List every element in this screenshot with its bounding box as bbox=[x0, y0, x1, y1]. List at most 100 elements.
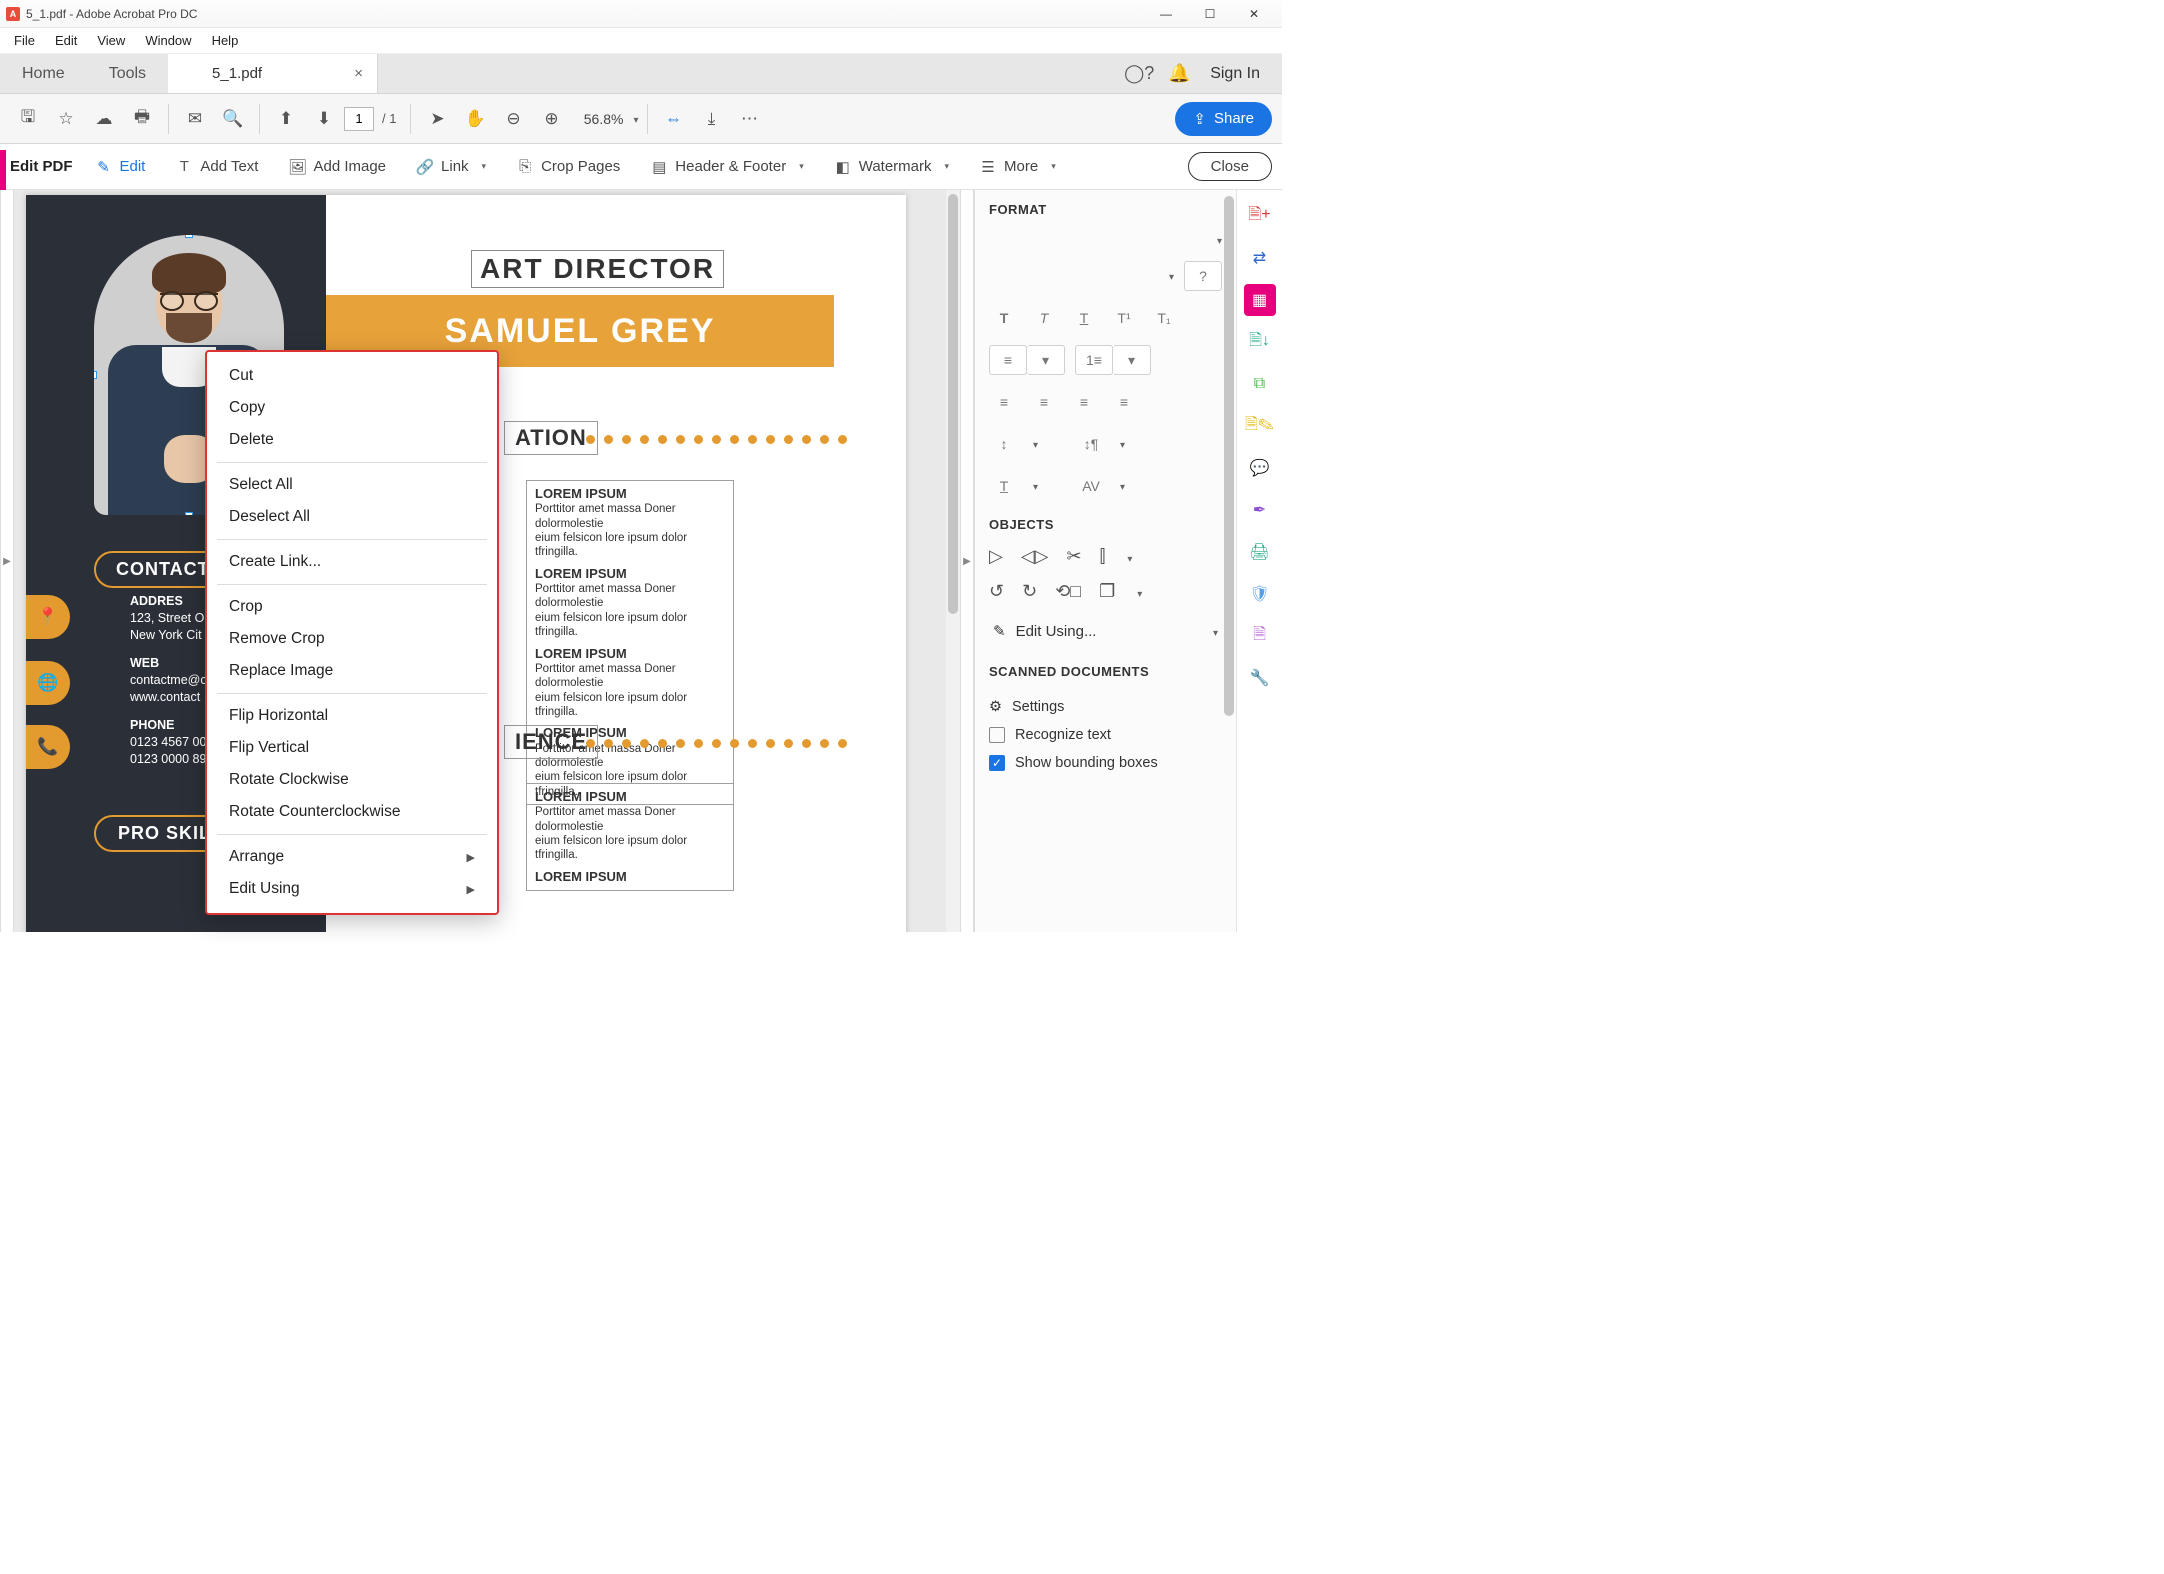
edit-using-dropdown[interactable]: ✎ Edit Using... bbox=[989, 616, 1222, 646]
align-justify-icon[interactable]: ≡ bbox=[1109, 387, 1139, 417]
context-select-all[interactable]: Select All bbox=[207, 469, 497, 501]
close-window-button[interactable]: ✕ bbox=[1232, 0, 1276, 28]
panel-scrollbar[interactable] bbox=[1224, 196, 1234, 926]
share-button[interactable]: ⇪ Share bbox=[1175, 102, 1272, 136]
rail-more-tools-icon[interactable]: 🗎 bbox=[1244, 620, 1276, 652]
menu-file[interactable]: File bbox=[4, 31, 45, 50]
rail-organize-icon[interactable]: ⧉ bbox=[1244, 368, 1276, 400]
save-icon[interactable]: 🖫 bbox=[10, 101, 46, 137]
search-icon[interactable]: 🔍 bbox=[215, 101, 251, 137]
close-tab-icon[interactable]: × bbox=[336, 65, 363, 82]
rail-sign-icon[interactable]: ✒ bbox=[1244, 494, 1276, 526]
context-arrange[interactable]: Arrange ▶ bbox=[207, 841, 497, 873]
select-tool-icon[interactable]: ➤ bbox=[419, 101, 455, 137]
bold-icon[interactable]: T bbox=[989, 303, 1019, 333]
crop-pages-button[interactable]: ⎘ Crop Pages bbox=[508, 154, 628, 180]
rail-wrench-icon[interactable]: 🔧 bbox=[1244, 662, 1276, 694]
add-text-button[interactable]: T Add Text bbox=[167, 154, 266, 180]
home-tab[interactable]: Home bbox=[0, 54, 87, 93]
align-caret[interactable] bbox=[1123, 546, 1132, 567]
rail-send-comments-icon[interactable]: 🗎✎ bbox=[1244, 410, 1276, 442]
context-flip-horizontal[interactable]: Flip Horizontal bbox=[207, 700, 497, 732]
recognize-text-checkbox[interactable]: Recognize text bbox=[989, 721, 1222, 749]
crop-object-icon[interactable]: ✂ bbox=[1067, 546, 1082, 567]
show-bounding-checkbox[interactable]: ✓ Show bounding boxes bbox=[989, 749, 1222, 777]
font-face-dropdown[interactable] bbox=[1213, 231, 1222, 249]
context-rotate-ccw[interactable]: Rotate Counterclockwise bbox=[207, 796, 497, 828]
font-help-icon[interactable]: ? bbox=[1184, 261, 1222, 291]
tools-tab[interactable]: Tools bbox=[87, 54, 168, 93]
zoom-in-icon[interactable]: ⊕ bbox=[533, 101, 569, 137]
rail-create-pdf-icon[interactable]: 🗎+ bbox=[1244, 200, 1276, 232]
zoom-dropdown-icon[interactable] bbox=[629, 110, 638, 128]
bell-icon[interactable]: 🔔 bbox=[1162, 57, 1196, 91]
hand-tool-icon[interactable]: ✋ bbox=[457, 101, 493, 137]
canvas-scrollbar[interactable] bbox=[946, 190, 960, 932]
job-title[interactable]: ART DIRECTOR bbox=[471, 250, 724, 288]
minimize-button[interactable]: — bbox=[1144, 0, 1188, 28]
overflow-icon[interactable]: ⋯ bbox=[732, 101, 768, 137]
menu-view[interactable]: View bbox=[87, 31, 135, 50]
context-edit-using[interactable]: Edit Using ▶ bbox=[207, 873, 497, 905]
context-crop[interactable]: Crop bbox=[207, 591, 497, 623]
bullet-list-icon[interactable]: ≡ bbox=[989, 345, 1027, 375]
context-copy[interactable]: Copy bbox=[207, 392, 497, 424]
help-icon[interactable]: ◯? bbox=[1122, 57, 1156, 91]
char-spacing-icon[interactable]: AV bbox=[1076, 471, 1106, 501]
left-panel-toggle[interactable]: ▶ bbox=[0, 190, 14, 932]
experience-heading[interactable]: IENCE bbox=[504, 725, 598, 759]
edit-tool-button[interactable]: ✎ Edit bbox=[87, 154, 154, 180]
context-cut[interactable]: Cut bbox=[207, 360, 497, 392]
text-color-caret[interactable] bbox=[1029, 477, 1038, 495]
align-objects-icon[interactable]: ⫿ bbox=[1100, 546, 1106, 567]
more-button[interactable]: ☰ More bbox=[971, 154, 1064, 180]
context-rotate-cw[interactable]: Rotate Clockwise bbox=[207, 764, 497, 796]
replace-image-icon[interactable]: ⟲□ bbox=[1055, 581, 1081, 602]
align-center-icon[interactable]: ≡ bbox=[1029, 387, 1059, 417]
number-list-caret[interactable]: ▾ bbox=[1113, 345, 1151, 375]
context-create-link[interactable]: Create Link... bbox=[207, 546, 497, 578]
context-flip-vertical[interactable]: Flip Vertical bbox=[207, 732, 497, 764]
menu-window[interactable]: Window bbox=[135, 31, 201, 50]
rotate-ccw-icon[interactable]: ↺ bbox=[989, 581, 1004, 602]
font-size-input[interactable] bbox=[1165, 267, 1174, 285]
page-number-input[interactable] bbox=[344, 107, 374, 131]
rail-protect-icon[interactable]: 🛡 bbox=[1244, 578, 1276, 610]
menu-edit[interactable]: Edit bbox=[45, 31, 87, 50]
address-block[interactable]: ADDRES 123, Street O New York Cit bbox=[130, 593, 204, 644]
line-spacing-icon[interactable]: ↕ bbox=[989, 429, 1019, 459]
read-mode-icon[interactable]: ⤓ bbox=[694, 101, 730, 137]
watermark-button[interactable]: ◧ Watermark bbox=[826, 154, 957, 180]
experience-entry[interactable]: LOREM IPSUM Porttitor amet massa Doner d… bbox=[526, 783, 734, 891]
rail-comment-icon[interactable]: 💬 bbox=[1244, 452, 1276, 484]
subscript-icon[interactable]: T₁ bbox=[1149, 303, 1179, 333]
arrange-caret[interactable] bbox=[1133, 581, 1142, 602]
align-right-icon[interactable]: ≡ bbox=[1069, 387, 1099, 417]
phone-block[interactable]: PHONE 0123 4567 00 0123 0000 89 bbox=[130, 717, 206, 768]
flip-horizontal-icon[interactable]: ▷ bbox=[989, 546, 1003, 567]
bullet-list-caret[interactable]: ▾ bbox=[1027, 345, 1065, 375]
rail-export-icon[interactable]: 🗎↓ bbox=[1244, 326, 1276, 358]
maximize-button[interactable]: ☐ bbox=[1188, 0, 1232, 28]
header-footer-button[interactable]: ▤ Header & Footer bbox=[642, 154, 811, 180]
arrange-icon[interactable]: ❐ bbox=[1099, 581, 1115, 602]
fit-width-icon[interactable]: ⇔ bbox=[656, 101, 692, 137]
education-heading[interactable]: ATION bbox=[504, 421, 598, 455]
print-icon[interactable]: 🖶 bbox=[124, 101, 160, 137]
align-left-icon[interactable]: ≡ bbox=[989, 387, 1019, 417]
context-deselect-all[interactable]: Deselect All bbox=[207, 501, 497, 533]
superscript-icon[interactable]: T¹ bbox=[1109, 303, 1139, 333]
italic-icon[interactable]: T bbox=[1029, 303, 1059, 333]
text-color-icon[interactable]: T̲ bbox=[989, 471, 1019, 501]
char-spacing-caret[interactable] bbox=[1116, 477, 1125, 495]
number-list-icon[interactable]: 1≡ bbox=[1075, 345, 1113, 375]
mail-icon[interactable]: ✉ bbox=[177, 101, 213, 137]
rotate-cw-icon[interactable]: ↻ bbox=[1022, 581, 1037, 602]
rail-combine-icon[interactable]: ⇄ bbox=[1244, 242, 1276, 274]
paragraph-spacing-icon[interactable]: ↕¶ bbox=[1076, 429, 1106, 459]
add-image-button[interactable]: 🖼 Add Image bbox=[280, 154, 394, 180]
paragraph-spacing-caret[interactable] bbox=[1116, 435, 1125, 453]
zoom-out-icon[interactable]: ⊖ bbox=[495, 101, 531, 137]
web-block[interactable]: WEB contactme@c www.contact bbox=[130, 655, 207, 706]
right-panel-toggle[interactable]: ▶ bbox=[960, 190, 974, 932]
